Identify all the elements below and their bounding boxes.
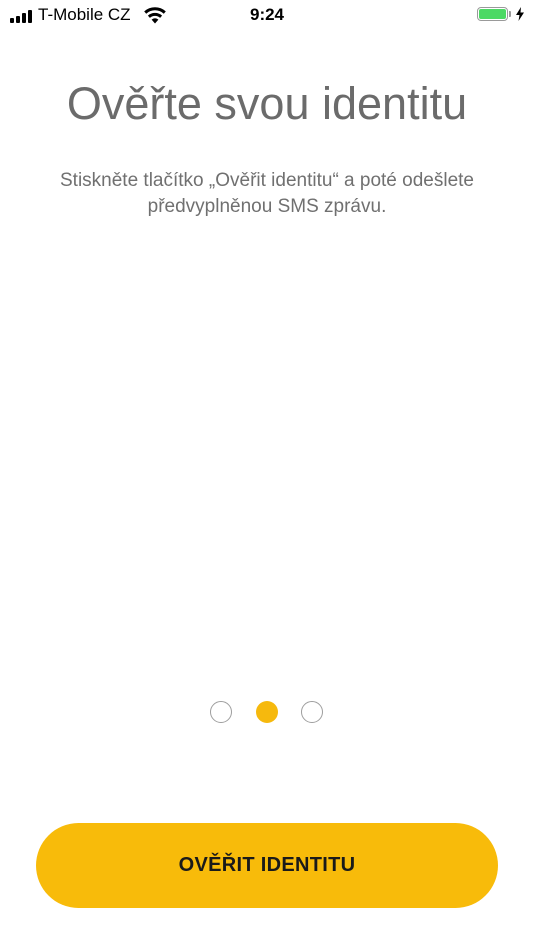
- page-indicator: [0, 701, 534, 723]
- verify-identity-button[interactable]: OVĚŘIT IDENTITU: [36, 823, 498, 908]
- page-dot-1[interactable]: [210, 701, 232, 723]
- status-time: 9:24: [249, 5, 285, 24]
- page-title: Ověřte svou identitu: [66, 78, 468, 129]
- charging-bolt-icon: [516, 7, 524, 26]
- battery-icon: [477, 7, 511, 23]
- verify-identity-button-label: OVĚŘIT IDENTITU: [178, 854, 356, 876]
- status-bar: T-Mobile CZ 9:24: [0, 0, 534, 32]
- page-dot-2-active[interactable]: [256, 701, 278, 723]
- instruction-text: Stiskněte tlačítko „Ověřit identitu“ a p…: [60, 170, 474, 217]
- page-dot-3[interactable]: [301, 701, 323, 723]
- onboarding-screen: T-Mobile CZ 9:24 Ověřte svou identitu St…: [0, 0, 534, 950]
